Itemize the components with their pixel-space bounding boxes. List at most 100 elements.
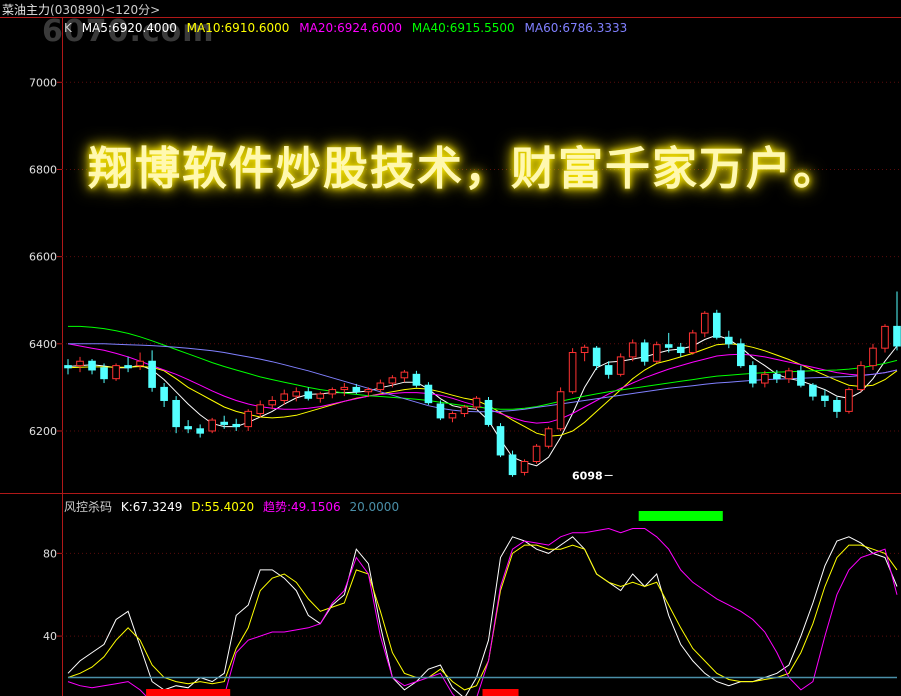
candle-body: [592, 347, 601, 367]
candle: [881, 324, 889, 353]
candle-body: [676, 346, 685, 354]
candle-body: [544, 428, 553, 447]
price-axis: 6200 6400 6600 6800 7000: [29, 76, 62, 438]
candle: [544, 426, 553, 449]
candle: [676, 342, 685, 357]
candle: [520, 459, 529, 476]
candle-body: [400, 371, 409, 379]
legend-d-value: D:55.4020: [191, 500, 255, 514]
moving-average-lines: [67, 325, 898, 467]
candle-body: [160, 386, 168, 401]
legend-ma60: MA60:6786.3333: [524, 21, 628, 35]
candle: [484, 396, 493, 427]
candle: [124, 356, 132, 373]
candle-body: [761, 373, 769, 384]
indicator-name: 风控杀码: [64, 500, 113, 514]
candle: [448, 411, 457, 423]
candle: [88, 359, 96, 375]
candle-body: [172, 399, 180, 428]
candle-body: [881, 325, 889, 349]
candle: [712, 309, 721, 340]
candle: [580, 344, 589, 362]
candle-body: [724, 336, 733, 345]
candle-body: [76, 360, 84, 367]
candle-body: [857, 365, 865, 391]
indicator-tick-label: 40: [43, 630, 57, 643]
candle: [232, 418, 241, 431]
candle-body: [460, 406, 469, 415]
candle: [304, 387, 313, 401]
candle: [821, 389, 829, 408]
candle-body: [809, 384, 817, 397]
candle: [160, 383, 168, 408]
candle-body: [424, 384, 433, 404]
chart-title: 菜油主力(030890)<120分>: [2, 1, 160, 18]
candle: [148, 350, 156, 392]
chart-canvas: 6200 6400 6600 6800 7000 6098 40 80: [0, 17, 901, 696]
candle-body: [124, 365, 132, 369]
candlestick-series: [64, 291, 901, 477]
price-tick-label: 6200: [29, 425, 57, 438]
candle: [640, 339, 649, 366]
candle-body: [773, 373, 781, 380]
candle-body: [845, 389, 853, 412]
candle: [136, 352, 144, 370]
indicator-line-k: [67, 536, 898, 696]
candle-body: [100, 367, 108, 380]
legend-k-value: K:67.3249: [120, 500, 183, 514]
candle-body: [797, 370, 805, 386]
legend-threshold-value: 20.0000: [349, 500, 400, 514]
candle-body: [316, 393, 325, 399]
candle: [268, 396, 277, 410]
candle-body: [604, 365, 613, 375]
candle: [893, 291, 901, 351]
price-tick-label: 7000: [29, 76, 57, 89]
candle-body: [785, 370, 793, 380]
candle: [749, 361, 757, 388]
candle-body: [616, 356, 625, 375]
instrument-name: 菜油主力: [2, 3, 51, 17]
indicator-legend: 风控杀码 K:67.3249 D:55.4020 趋势:49.1506 20.0…: [64, 498, 404, 515]
candle-body: [220, 421, 228, 425]
candle: [568, 348, 577, 394]
candle-body: [749, 365, 757, 384]
candle: [412, 370, 421, 388]
ma-line-ma40: [68, 325, 898, 410]
price-annotations: 6098: [572, 469, 613, 482]
candle: [460, 404, 469, 418]
legend-ma40: MA40:6915.5500: [411, 21, 515, 35]
candle-body: [268, 399, 277, 406]
candle: [532, 444, 541, 464]
indicator-grid: [62, 552, 901, 637]
candle: [436, 400, 445, 421]
candle-body: [448, 413, 457, 419]
candle-body: [232, 423, 241, 428]
candle-body: [436, 403, 445, 419]
ma-line-ma5: [67, 334, 898, 467]
candle: [688, 329, 697, 355]
candle-body: [640, 342, 649, 362]
candle: [508, 450, 517, 477]
candle-body: [496, 426, 505, 456]
candle: [857, 361, 865, 392]
period-label: <120分>: [105, 3, 161, 17]
candle-body: [256, 404, 265, 415]
candle: [737, 338, 745, 368]
candle-body: [280, 393, 289, 401]
candle-body: [304, 391, 313, 399]
candle-body: [376, 382, 385, 391]
candle-body: [364, 389, 373, 393]
candle-body: [688, 332, 697, 354]
candle-body: [869, 347, 877, 367]
candle: [76, 356, 84, 373]
candle-body: [244, 410, 253, 428]
candle: [616, 353, 625, 377]
candle-body: [340, 386, 349, 391]
candle-body: [484, 399, 493, 425]
legend-k: K: [64, 21, 72, 35]
candle: [628, 339, 637, 362]
candle-body: [580, 346, 589, 354]
candle: [809, 383, 817, 401]
candle-body: [652, 344, 661, 362]
candle-body: [833, 399, 841, 412]
